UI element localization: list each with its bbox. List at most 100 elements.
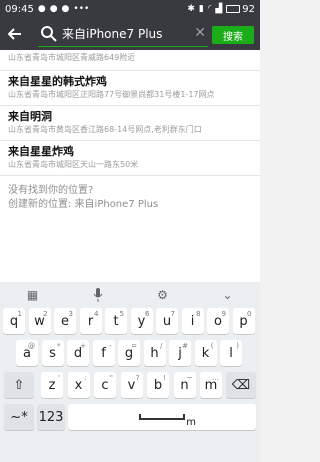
key-label: k <box>201 345 210 361</box>
key-b[interactable]: b! <box>147 372 169 398</box>
battery-icon <box>226 5 241 13</box>
key-label: l <box>229 345 233 361</box>
back-button[interactable] <box>0 18 30 50</box>
list-item[interactable]: 山东省青岛市城阳区青威路649附近 <box>0 50 260 71</box>
key-secondary: # <box>182 342 188 350</box>
list-item-address: 山东省青岛市城阳区正阳路77号御景尚都31号楼1-17网点 <box>8 90 215 99</box>
key-m[interactable]: m… <box>200 372 222 398</box>
list-item[interactable]: 来自星星炸鸡 山东省青岛市城阳区天山一路东50米 <box>0 141 260 176</box>
list-item-name: 来自明洞 <box>8 110 52 123</box>
key-label: h <box>150 345 159 361</box>
key-j[interactable]: j # <box>169 340 191 366</box>
numbers-key[interactable]: 123 <box>37 404 65 430</box>
status-time: 09:45 <box>5 3 34 15</box>
symbols-key[interactable]: ~* <box>4 404 34 430</box>
key-secondary: ' <box>58 374 60 382</box>
chevron-down-icon[interactable]: ⌄ <box>218 285 238 305</box>
key-v[interactable]: v? <box>120 372 143 398</box>
key-l[interactable]: l) <box>220 340 242 366</box>
list-item[interactable]: 来自星星的韩式炸鸡 山东省青岛市城阳区正阳路77号御景尚都31号楼1-17网点 <box>0 71 260 106</box>
space-key[interactable]: m <box>68 404 256 430</box>
key-secondary: … <box>212 374 219 382</box>
key-label: b <box>153 377 163 393</box>
search-input[interactable]: 来自iPhone7 Plus <box>62 25 182 42</box>
key-y[interactable]: y6 <box>130 308 153 334</box>
arrow-left-icon <box>8 28 21 40</box>
wifi-icon: ◜ <box>207 3 212 14</box>
keyboard-row-2: a @ s * d + f - g = h / j # k(l) <box>0 340 260 372</box>
key-x[interactable]: x: <box>67 372 90 398</box>
key-secondary: ~ <box>186 374 193 382</box>
key-e[interactable]: e3 <box>54 308 76 334</box>
key-u[interactable]: u7 <box>156 308 178 334</box>
notification-icon: ● <box>49 3 58 14</box>
more-dots-icon: ••• <box>73 3 90 14</box>
key-label: i <box>190 313 195 329</box>
key-w[interactable]: w2 <box>28 308 51 334</box>
search-icon <box>41 25 57 42</box>
keyboard-row-3: ⇧ ⌫ z ' x: c " v? b! n ~ m… <box>0 372 260 404</box>
key-label: c <box>101 377 109 393</box>
list-item-address: 山东省青岛市城阳区天山一路东50米 <box>8 160 139 169</box>
vibrate-icon: ▮ <box>198 3 204 14</box>
key-secondary: 7 <box>170 310 175 318</box>
shift-icon: ⇧ <box>13 377 25 393</box>
key-f[interactable]: f- <box>92 340 115 366</box>
keyboard-toolbar: ▦ ⚙ ⌄ <box>0 282 260 308</box>
key-secondary: 0 <box>247 310 252 318</box>
delete-key[interactable]: ⌫ <box>226 372 256 398</box>
key-r[interactable]: r4 <box>79 308 102 334</box>
key-secondary: " <box>109 374 113 382</box>
key-d[interactable]: d + <box>67 340 89 366</box>
list-item-address: 山东省青岛市城阳区青威路649附近 <box>8 53 136 62</box>
microphone-glyph <box>93 288 102 302</box>
key-secondary: ! <box>163 374 166 382</box>
status-left: 09:45 ● ● ● ••• <box>5 4 89 15</box>
create-location[interactable]: 没有找到你的位置? 创建新的位置: 来自iPhone7 Plus <box>0 176 260 216</box>
key-secondary: 9 <box>221 310 226 318</box>
keyboard-icon[interactable]: ▦ <box>23 285 43 305</box>
key-s[interactable]: s * <box>41 340 64 366</box>
key-g[interactable]: g = <box>118 340 140 366</box>
key-c[interactable]: c " <box>94 372 116 398</box>
message-icon: ● <box>61 3 70 14</box>
search-button[interactable]: 搜索 <box>212 26 254 44</box>
key-secondary: 2 <box>43 310 48 318</box>
key-q[interactable]: q1 <box>3 308 25 334</box>
space-glyph <box>139 414 185 420</box>
keyboard-row-bottom: ~* 123 m <box>0 404 260 436</box>
key-z[interactable]: z ' <box>41 372 63 398</box>
key-label: z <box>48 377 56 393</box>
microphone-icon[interactable] <box>88 285 108 305</box>
key-k[interactable]: k( <box>194 340 217 366</box>
key-secondary: 3 <box>68 310 73 318</box>
status-right: ✱ ▮ ◜ ▟ 92 <box>187 4 255 15</box>
search-field[interactable]: 来自iPhone7 Plus ✕ <box>38 21 208 47</box>
key-secondary: * <box>57 342 61 350</box>
key-t[interactable]: t5 <box>105 308 127 334</box>
gear-icon[interactable]: ⚙ <box>153 285 173 305</box>
shift-key[interactable]: ⇧ <box>4 372 34 398</box>
backspace-icon: ⌫ <box>231 377 251 393</box>
key-label: v <box>127 377 136 393</box>
space-key-label: m <box>186 417 196 428</box>
chat-bubble-icon: ● <box>37 3 46 14</box>
key-secondary: @ <box>28 342 35 350</box>
key-o[interactable]: o9 <box>207 308 229 334</box>
close-icon[interactable]: ✕ <box>194 25 206 41</box>
key-h[interactable]: h / <box>143 340 166 366</box>
key-secondary: = <box>131 342 137 350</box>
key-secondary: ( <box>210 342 214 350</box>
bluetooth-icon: ✱ <box>187 3 195 14</box>
soft-keyboard: ▦ ⚙ ⌄ q1w2e3r4t5y6u7i8o9p0 a @ s * d + f - g = h / j… <box>0 282 260 462</box>
list-item[interactable]: 来自明洞 山东省青岛市黄岛区香江路68-14号网点,老利群东门口 <box>0 106 260 141</box>
key-p[interactable]: p0 <box>232 308 255 334</box>
key-i[interactable]: i8 <box>181 308 204 334</box>
key-secondary: ? <box>135 374 140 382</box>
key-secondary: : <box>84 374 87 382</box>
key-a[interactable]: a @ <box>16 340 38 366</box>
key-secondary: + <box>80 342 86 350</box>
key-secondary: 5 <box>119 310 124 318</box>
key-n[interactable]: n ~ <box>173 372 196 398</box>
key-secondary: 6 <box>145 310 150 318</box>
